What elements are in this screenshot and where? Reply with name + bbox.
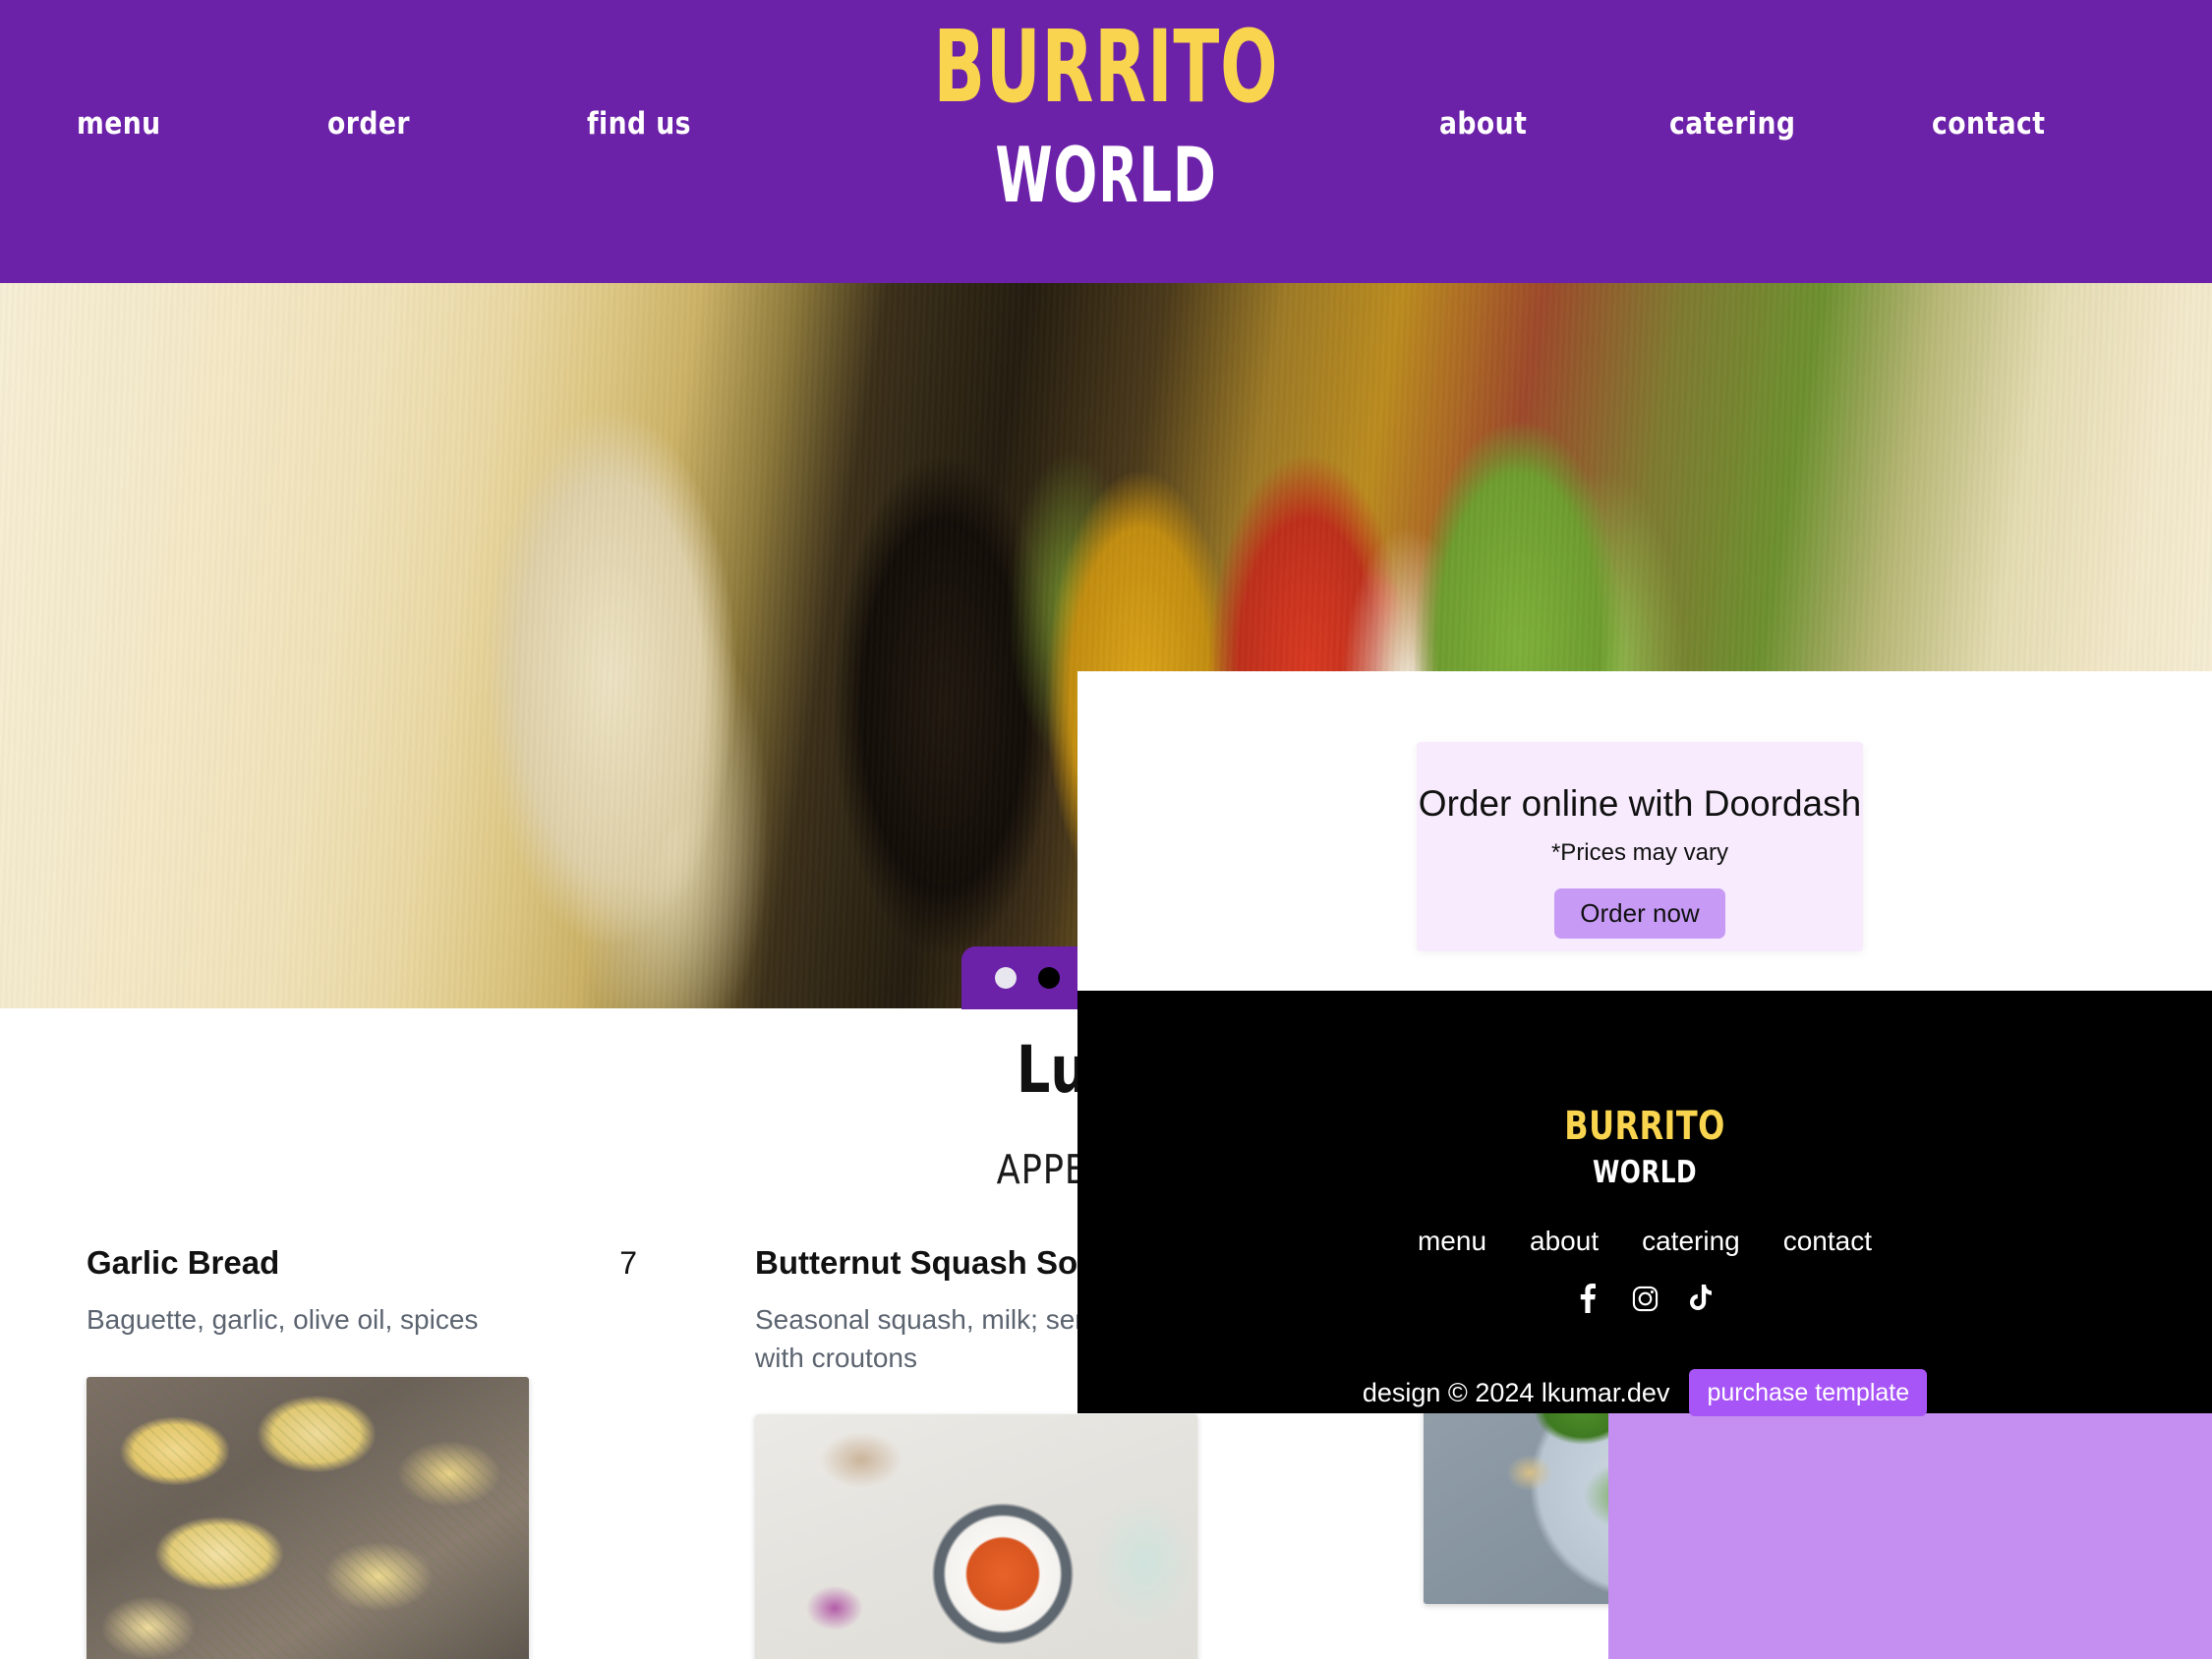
carousel-dot-2[interactable]	[1038, 967, 1060, 989]
menu-item-image-garlic-bread	[87, 1376, 529, 1659]
order-now-button[interactable]: Order now	[1554, 888, 1725, 939]
nav-item-contact[interactable]: contact	[1932, 106, 2045, 142]
footer-logo-line-burrito: BURRITO	[1564, 1104, 1725, 1149]
menu-item-description: Baguette, garlic, olive oil, spices	[87, 1304, 479, 1335]
carousel-dot-1[interactable]	[995, 967, 1017, 989]
menu-item-garlic-bread: Garlic Bread 7 Baguette, garlic, olive o…	[87, 1244, 637, 1659]
footer-nav-item-catering[interactable]: catering	[1642, 1226, 1740, 1257]
nav-item-catering[interactable]: catering	[1669, 106, 1795, 142]
footer-nav-item-contact[interactable]: contact	[1783, 1226, 1872, 1257]
logo-line-burrito: BURRITO	[933, 10, 1279, 127]
menu-item-image-butternut-squash-soup	[755, 1414, 1197, 1659]
facebook-icon[interactable]	[1573, 1283, 1602, 1314]
footer-nav-item-about[interactable]: about	[1530, 1226, 1599, 1257]
order-card-note: *Prices may vary	[1550, 839, 1729, 866]
order-online-panel: Order online with Doordash *Prices may v…	[1077, 671, 2212, 991]
doordash-order-card: Order online with Doordash *Prices may v…	[1417, 742, 1863, 951]
site-header: menu order find us BURRITO WORLD about c…	[0, 0, 2212, 283]
logo-line-world: WORLD	[995, 130, 1217, 220]
order-card-title: Order online with Doordash	[1418, 783, 1862, 824]
menu-item-name: Butternut Squash Soup	[755, 1244, 1118, 1281]
page-root: menu order find us BURRITO WORLD about c…	[0, 0, 2212, 1659]
menu-item-header: Garlic Bread 7	[87, 1244, 637, 1282]
footer-credit-row: design © 2024 lkumar.dev purchase templa…	[1077, 1369, 2212, 1417]
footer-logo[interactable]: BURRITO WORLD	[1077, 1107, 2212, 1188]
menu-item-name: Garlic Bread	[87, 1244, 280, 1281]
footer-nav: menu about catering contact	[1077, 1226, 2212, 1257]
accent-block	[1608, 1413, 2212, 1659]
nav-item-about[interactable]: about	[1439, 106, 1527, 142]
footer-nav-item-menu[interactable]: menu	[1418, 1226, 1486, 1257]
menu-item-price: 7	[619, 1245, 637, 1281]
footer-logo-line-world: WORLD	[1593, 1155, 1697, 1190]
purchase-template-button[interactable]: purchase template	[1689, 1369, 1928, 1417]
site-footer: BURRITO WORLD menu about catering contac…	[1077, 991, 2212, 1417]
copyright-text: design © 2024 lkumar.dev	[1362, 1377, 1670, 1407]
instagram-icon[interactable]	[1630, 1283, 1659, 1314]
site-logo[interactable]: BURRITO WORLD	[0, 18, 2212, 213]
tiktok-icon[interactable]	[1687, 1283, 1717, 1314]
footer-social-links	[1077, 1283, 2212, 1314]
